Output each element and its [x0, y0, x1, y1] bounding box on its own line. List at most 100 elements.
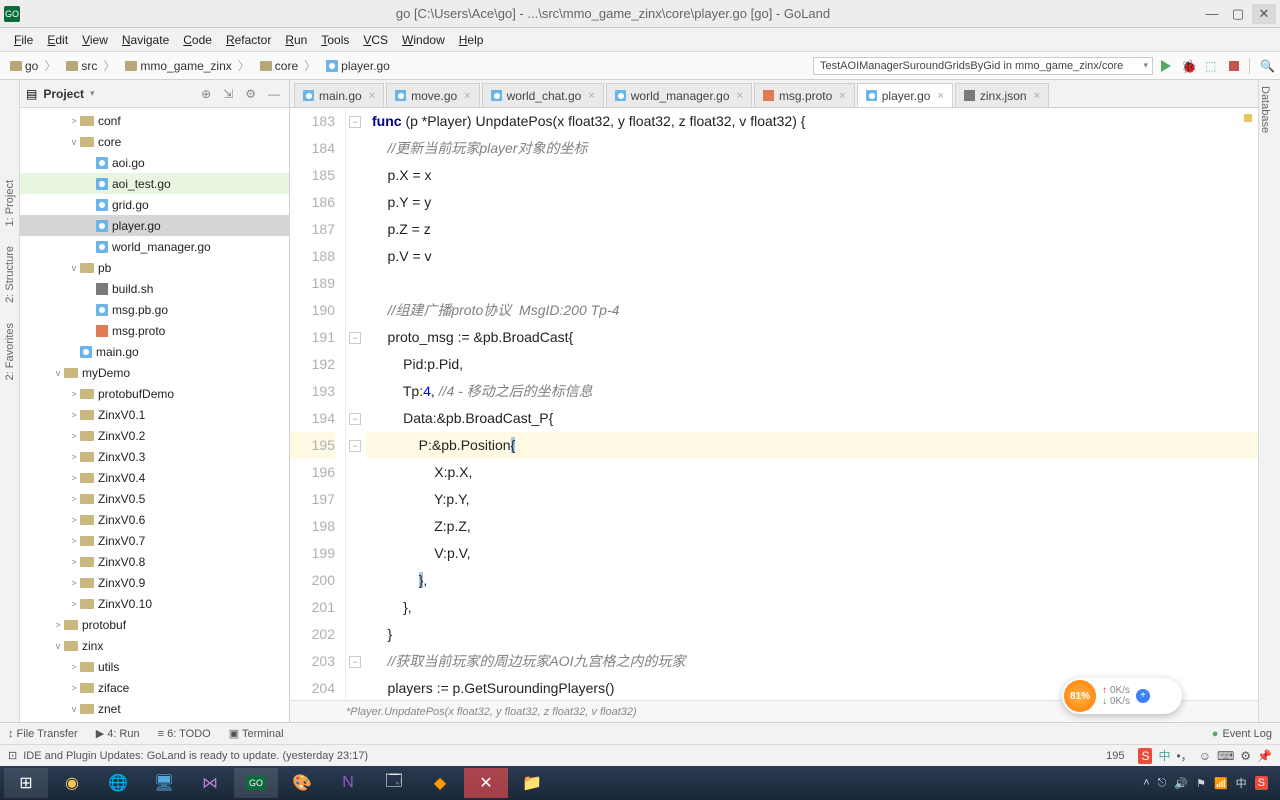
tree-item[interactable]: >ZinxV0.3	[20, 446, 289, 467]
tree-item[interactable]: >ZinxV0.10	[20, 593, 289, 614]
taskbar-xmind[interactable]: ✕	[464, 768, 508, 798]
taskbar-goland[interactable]: GO	[234, 768, 278, 798]
tree-item[interactable]: >ZinxV0.5	[20, 488, 289, 509]
tree-item[interactable]: >utils	[20, 656, 289, 677]
tree-item[interactable]: aoi.go	[20, 152, 289, 173]
taskbar-app[interactable]: 🖥	[142, 768, 186, 798]
menu-edit[interactable]: Edit	[41, 31, 74, 49]
toolwindow-button[interactable]: 1: Project	[4, 180, 16, 226]
search-icon[interactable]: 🔍	[1260, 59, 1274, 73]
keyboard-icon[interactable]: ⌨	[1217, 749, 1234, 763]
debug-icon[interactable]: 🐞	[1181, 59, 1195, 73]
close-tab-icon[interactable]: ×	[937, 90, 943, 102]
fold-toggle-icon[interactable]: −	[349, 440, 361, 452]
tree-item[interactable]: player.go	[20, 215, 289, 236]
editor-tab[interactable]: world_chat.go×	[482, 83, 604, 107]
tree-item[interactable]: vznet	[20, 698, 289, 719]
menu-tools[interactable]: Tools	[315, 31, 355, 49]
hide-icon[interactable]: —	[268, 87, 280, 101]
start-button[interactable]: ⊞	[4, 768, 48, 798]
menu-view[interactable]: View	[76, 31, 114, 49]
tray-ime-icon[interactable]: 中	[1236, 775, 1247, 791]
tree-item[interactable]: aoi_test.go	[20, 173, 289, 194]
tree-item[interactable]: >ziface	[20, 677, 289, 698]
tree-item[interactable]: >ZinxV0.7	[20, 530, 289, 551]
tree-item[interactable]: grid.go	[20, 194, 289, 215]
code-editor[interactable]: 1831841851861871881891901911921931941951…	[290, 108, 1258, 700]
tray-sogou-icon[interactable]: S	[1255, 776, 1268, 790]
close-tab-icon[interactable]: ×	[588, 90, 594, 102]
event-log-button[interactable]: Event Log	[1212, 728, 1272, 740]
tree-item[interactable]: >ZinxV0.9	[20, 572, 289, 593]
database-tool-button[interactable]: Database	[1259, 80, 1271, 133]
project-tree[interactable]: >confvcoreaoi.goaoi_test.gogrid.goplayer…	[20, 108, 289, 722]
menu-navigate[interactable]: Navigate	[116, 31, 175, 49]
run-config-selector[interactable]: TestAOIManagerSuroundGridsByGid in mmo_g…	[813, 57, 1153, 75]
tree-item[interactable]: >ZinxV0.6	[20, 509, 289, 530]
editor-tab[interactable]: main.go×	[294, 83, 384, 107]
scroll-from-source-icon[interactable]: ⊕	[201, 87, 211, 101]
fold-toggle-icon[interactable]: −	[349, 116, 361, 128]
close-tab-icon[interactable]: ×	[839, 90, 845, 102]
pin-icon[interactable]: 📌	[1257, 749, 1272, 763]
tray-volume-icon[interactable]: 🔊	[1174, 777, 1188, 790]
collapse-icon[interactable]: ⇲	[223, 87, 233, 101]
tree-item[interactable]: >protobufDemo	[20, 383, 289, 404]
warning-stripe[interactable]	[1244, 114, 1252, 122]
tray-icon[interactable]: ⎋	[1158, 777, 1167, 790]
menu-vcs[interactable]: VCS	[357, 31, 394, 49]
tree-item[interactable]: vmyDemo	[20, 362, 289, 383]
tray-up-icon[interactable]: ˄	[1143, 777, 1149, 789]
toolwindow-button[interactable]: 2: Favorites	[4, 323, 16, 380]
tree-item[interactable]: msg.proto	[20, 320, 289, 341]
breadcrumb-item[interactable]: mmo_game_zinx〉	[121, 56, 253, 75]
menu-file[interactable]: File	[8, 31, 39, 49]
code-lines[interactable]: func (p *Player) UnpdatePos(x float32, y…	[366, 108, 1258, 700]
maximize-button[interactable]: ▢	[1226, 4, 1250, 24]
coverage-icon[interactable]: ⬚	[1205, 59, 1219, 73]
tree-item[interactable]: vzinx	[20, 635, 289, 656]
toolwindow-button[interactable]: 2: Structure	[4, 246, 16, 303]
fold-gutter[interactable]: − − − − −	[346, 108, 366, 700]
fold-toggle-icon[interactable]: −	[349, 332, 361, 344]
editor-tab[interactable]: player.go×	[857, 83, 953, 107]
bottom-tool-button[interactable]: ↕ File Transfer	[8, 728, 78, 740]
emoji-icon[interactable]: ☺	[1199, 749, 1211, 763]
tree-item[interactable]: >conf	[20, 110, 289, 131]
tree-item[interactable]: >ZinxV0.2	[20, 425, 289, 446]
taskbar-paint[interactable]: 🎨	[280, 768, 324, 798]
tree-item[interactable]: vcore	[20, 131, 289, 152]
menu-code[interactable]: Code	[177, 31, 218, 49]
gear-icon[interactable]: ⚙	[245, 87, 256, 101]
breadcrumb-item[interactable]: core〉	[256, 56, 320, 75]
bottom-tool-button[interactable]: ▣ Terminal	[229, 727, 284, 740]
close-button[interactable]: ✕	[1252, 4, 1276, 24]
minimize-button[interactable]: —	[1200, 4, 1224, 24]
taskbar-chrome[interactable]: 🌐	[96, 768, 140, 798]
stop-icon[interactable]	[1229, 61, 1239, 71]
tree-item[interactable]: world_manager.go	[20, 236, 289, 257]
gear-icon[interactable]: ⚙	[1240, 749, 1251, 763]
fold-toggle-icon[interactable]: −	[349, 413, 361, 425]
breadcrumb-item[interactable]: src〉	[62, 56, 119, 75]
editor-tab[interactable]: world_manager.go×	[606, 83, 752, 107]
tray-flag-icon[interactable]: ⚑	[1196, 777, 1206, 790]
close-tab-icon[interactable]: ×	[369, 90, 375, 102]
system-tray[interactable]: ˄ ⎋ 🔊 ⚑ 📶 中 S	[1143, 775, 1276, 791]
widget-plus-icon[interactable]: +	[1136, 689, 1150, 703]
menu-run[interactable]: Run	[279, 31, 313, 49]
ime-icon[interactable]: S	[1138, 748, 1152, 764]
editor-tab[interactable]: msg.proto×	[754, 83, 855, 107]
menu-refactor[interactable]: Refactor	[220, 31, 277, 49]
chevron-down-icon[interactable]: ▾	[90, 88, 95, 99]
run-icon[interactable]	[1161, 60, 1171, 72]
fold-toggle-icon[interactable]: −	[349, 656, 361, 668]
menu-help[interactable]: Help	[453, 31, 490, 49]
taskbar-explorer[interactable]: 📁	[510, 768, 554, 798]
ime-lang-icon[interactable]: 中	[1158, 747, 1170, 764]
editor-tab[interactable]: move.go×	[386, 83, 479, 107]
tree-item[interactable]: msg.pb.go	[20, 299, 289, 320]
close-tab-icon[interactable]: ×	[1034, 90, 1040, 102]
menu-window[interactable]: Window	[396, 31, 451, 49]
taskbar-vs[interactable]: ⋈	[188, 768, 232, 798]
